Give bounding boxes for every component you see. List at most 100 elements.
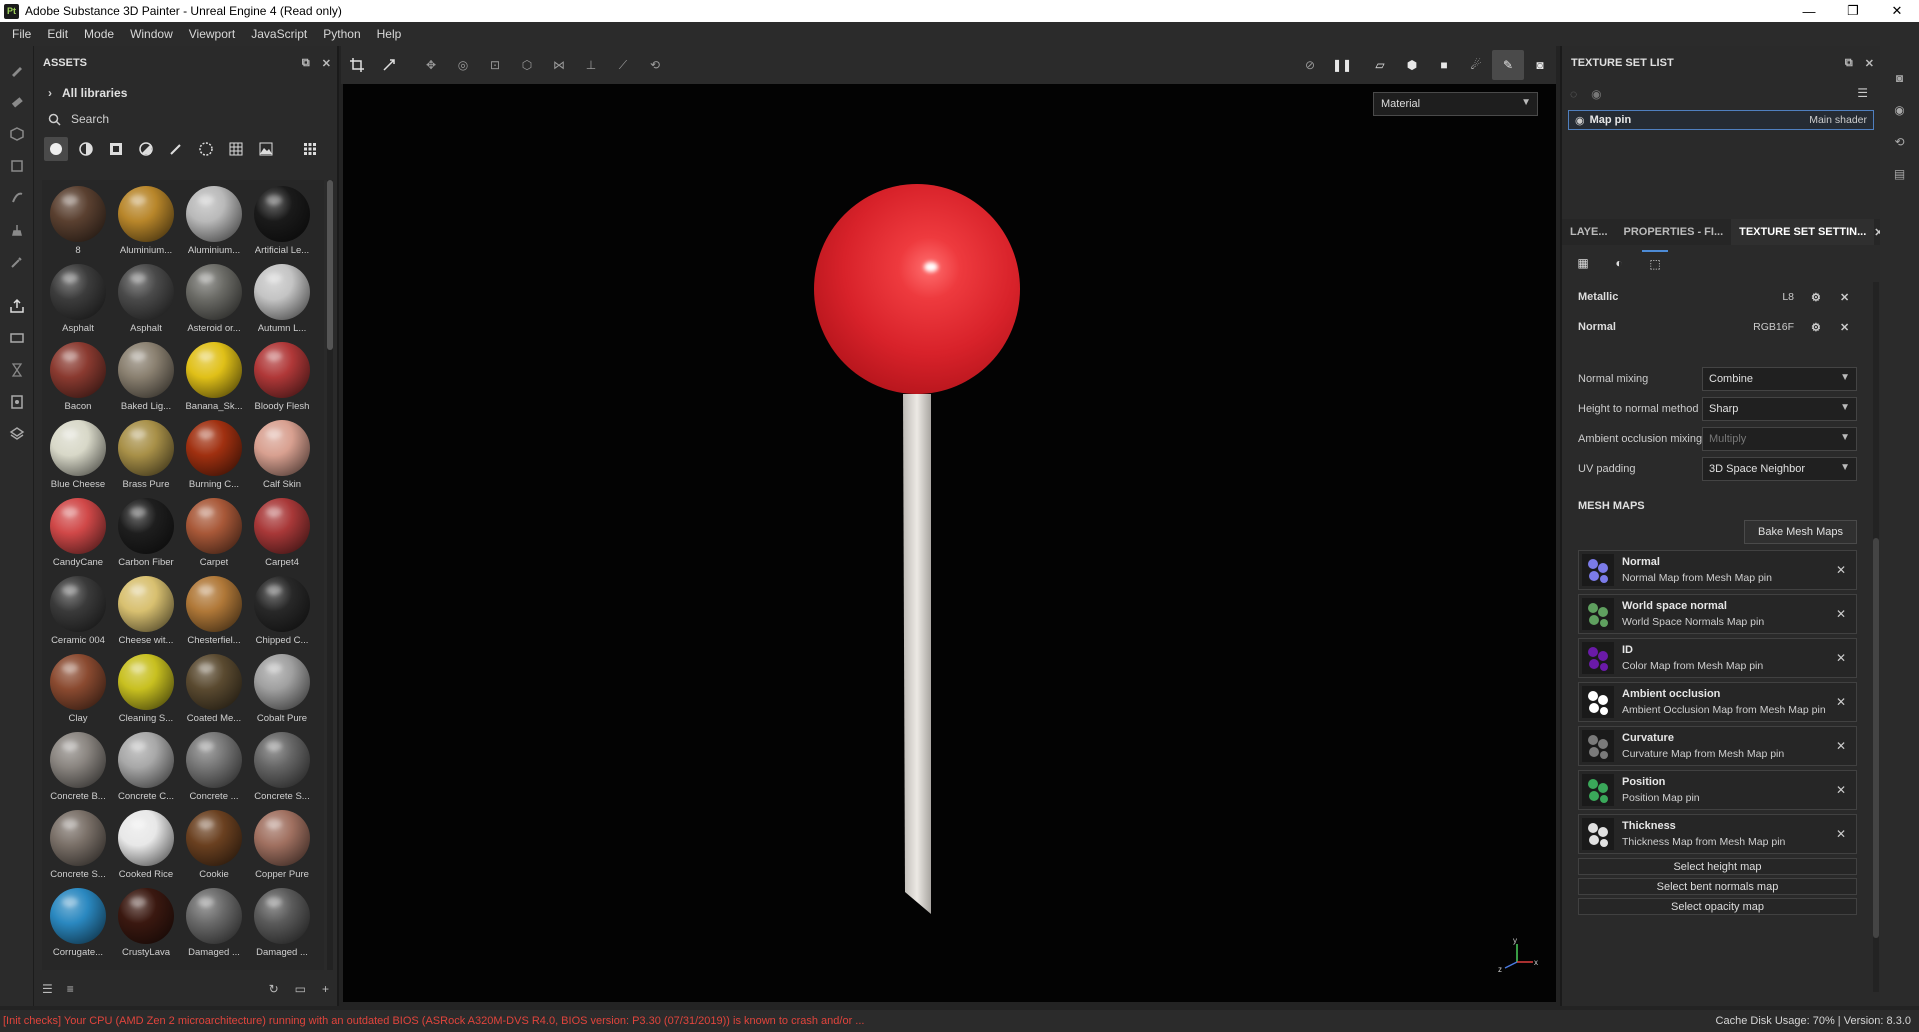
2d-view-icon[interactable]: ▱: [1364, 50, 1396, 80]
asset-thumbnail[interactable]: Chesterfiel...: [180, 576, 248, 654]
display-settings-icon[interactable]: [0, 386, 34, 418]
remove-mesh-map-icon[interactable]: ✕: [1836, 695, 1846, 709]
gear-icon[interactable]: ⚙: [1811, 291, 1821, 304]
asset-thumbnail[interactable]: Carbon Fiber: [112, 498, 180, 576]
asset-thumbnail[interactable]: Carpet: [180, 498, 248, 576]
asset-thumbnail[interactable]: Cooked Rice: [112, 810, 180, 888]
select-bent-normals-button[interactable]: Select bent normals map: [1578, 878, 1857, 895]
asset-thumbnail[interactable]: Artificial Le...: [248, 186, 316, 264]
details-view-icon[interactable]: ≡: [67, 982, 74, 996]
export-icon[interactable]: [0, 290, 34, 322]
asset-thumbnail[interactable]: Coated Me...: [180, 654, 248, 732]
mesh-map-item[interactable]: Thickness Thickness Map from Mesh Map pin…: [1578, 814, 1857, 854]
asset-thumbnail[interactable]: Cobalt Pure: [248, 654, 316, 732]
materials-filter-icon[interactable]: [44, 137, 68, 161]
asset-thumbnail[interactable]: Banana_Sk...: [180, 342, 248, 420]
asset-thumbnail[interactable]: Asphalt: [44, 264, 112, 342]
crop-tool-icon[interactable]: [341, 50, 373, 80]
transform-tool-icon[interactable]: [373, 50, 405, 80]
asset-thumbnail[interactable]: Carpet4: [248, 498, 316, 576]
status-message[interactable]: [Init checks] Your CPU (AMD Zen 2 microa…: [0, 1015, 864, 1027]
log-icon[interactable]: ▤: [1880, 158, 1919, 190]
search-input[interactable]: Search: [34, 106, 337, 132]
mirror-icon[interactable]: ⋈: [543, 50, 575, 80]
remove-mesh-map-icon[interactable]: ✕: [1836, 563, 1846, 577]
object-icon[interactable]: ⬡: [511, 50, 543, 80]
asset-thumbnail[interactable]: Asphalt: [112, 264, 180, 342]
mesh-map-item[interactable]: Ambient occlusion Ambient Occlusion Map f…: [1578, 682, 1857, 722]
asset-thumbnail[interactable]: Damaged ...: [180, 888, 248, 966]
smart-materials-filter-icon[interactable]: [74, 137, 98, 161]
assets-scrollbar-thumb[interactable]: [327, 180, 333, 350]
undock-icon[interactable]: ⧉: [1845, 57, 1853, 70]
camera-settings-icon[interactable]: ◙: [1880, 62, 1919, 94]
hide-all-icon[interactable]: ◌: [1570, 87, 1577, 101]
asset-thumbnail[interactable]: Concrete ...: [180, 732, 248, 810]
add-icon[interactable]: +: [322, 982, 329, 996]
tab-properties[interactable]: PROPERTIES - FI...: [1616, 219, 1732, 245]
assets-scrollbar[interactable]: [327, 180, 333, 970]
asset-thumbnail[interactable]: Copper Pure: [248, 810, 316, 888]
mesh-map-item[interactable]: ID Color Map from Mesh Map pin ✕: [1578, 638, 1857, 678]
asset-thumbnail[interactable]: Burning C...: [180, 420, 248, 498]
remove-mesh-map-icon[interactable]: ✕: [1836, 827, 1846, 841]
eye-icon[interactable]: ◉: [1591, 87, 1601, 101]
remove-channel-icon[interactable]: ✕: [1840, 291, 1849, 304]
mesh-map-item[interactable]: Position Position Map pin ✕: [1578, 770, 1857, 810]
menu-window[interactable]: Window: [122, 27, 181, 41]
reset-icon[interactable]: ⟲: [639, 50, 671, 80]
history-icon[interactable]: ⟲: [1880, 126, 1919, 158]
hide-icon[interactable]: ⊘: [1294, 50, 1326, 80]
menu-viewport[interactable]: Viewport: [181, 27, 243, 41]
menu-python[interactable]: Python: [315, 27, 368, 41]
asset-thumbnail[interactable]: Bacon: [44, 342, 112, 420]
asset-thumbnail[interactable]: 8: [44, 186, 112, 264]
mesh-map-item[interactable]: Normal Normal Map from Mesh Map pin ✕: [1578, 550, 1857, 590]
minimize-button[interactable]: —: [1787, 0, 1831, 22]
refresh-icon[interactable]: ↻: [269, 982, 279, 996]
asset-thumbnail[interactable]: Chipped C...: [248, 576, 316, 654]
settings-scrollbar[interactable]: [1873, 282, 1879, 992]
asset-thumbnail[interactable]: Aluminium...: [180, 186, 248, 264]
generators-filter-icon[interactable]: [134, 137, 158, 161]
folder-icon[interactable]: ▭: [295, 982, 306, 996]
asset-thumbnail[interactable]: Cheese wit...: [112, 576, 180, 654]
shader-settings-icon[interactable]: [0, 418, 34, 450]
select-opacity-map-button[interactable]: Select opacity map: [1578, 898, 1857, 915]
asset-thumbnail[interactable]: Concrete C...: [112, 732, 180, 810]
3d-viewport[interactable]: Material ▼ y x z: [343, 84, 1556, 1002]
map-pin-stick[interactable]: [903, 394, 931, 914]
asset-thumbnail[interactable]: Baked Lig...: [112, 342, 180, 420]
pause-icon[interactable]: ❚❚: [1326, 50, 1358, 80]
select-height-map-button[interactable]: Select height map: [1578, 858, 1857, 875]
close-panel-icon[interactable]: ✕: [1865, 57, 1874, 70]
alphas-filter-icon[interactable]: [194, 137, 218, 161]
polygon-fill-tool-icon[interactable]: [0, 150, 34, 182]
menu-javascript[interactable]: JavaScript: [243, 27, 315, 41]
bake-icon[interactable]: [0, 322, 34, 354]
close-panel-icon[interactable]: ✕: [322, 57, 331, 70]
smudge-tool-icon[interactable]: [0, 182, 34, 214]
map-pin-head[interactable]: [814, 184, 1020, 394]
asset-thumbnail[interactable]: Cookie: [180, 810, 248, 888]
viewport-mode-dropdown[interactable]: Material ▼: [1373, 92, 1538, 116]
clone-tool-icon[interactable]: [0, 214, 34, 246]
asset-thumbnail[interactable]: Calf Skin: [248, 420, 316, 498]
settings-scrollbar-thumb[interactable]: [1873, 538, 1879, 938]
grid-view-icon[interactable]: [298, 137, 322, 161]
asset-thumbnail[interactable]: CandyCane: [44, 498, 112, 576]
asset-thumbnail[interactable]: Ceramic 004: [44, 576, 112, 654]
masks-filter-icon[interactable]: [104, 137, 128, 161]
asset-thumbnail[interactable]: Concrete S...: [44, 810, 112, 888]
asset-thumbnail[interactable]: Autumn L...: [248, 264, 316, 342]
asset-thumbnail[interactable]: CrustyLava: [112, 888, 180, 966]
maximize-button[interactable]: ❐: [1831, 0, 1875, 22]
tab-texture-set-settings[interactable]: TEXTURE SET SETTIN...: [1731, 219, 1875, 245]
brushes-filter-icon[interactable]: [164, 137, 188, 161]
menu-mode[interactable]: Mode: [76, 27, 122, 41]
tab-layers[interactable]: LAYE...: [1562, 219, 1616, 245]
asset-thumbnail[interactable]: Aluminium...: [112, 186, 180, 264]
remove-mesh-map-icon[interactable]: ✕: [1836, 607, 1846, 621]
channel-format[interactable]: RGB16F: [1734, 321, 1794, 333]
uv-padding-select[interactable]: 3D Space Neighbor ▼: [1702, 457, 1857, 481]
